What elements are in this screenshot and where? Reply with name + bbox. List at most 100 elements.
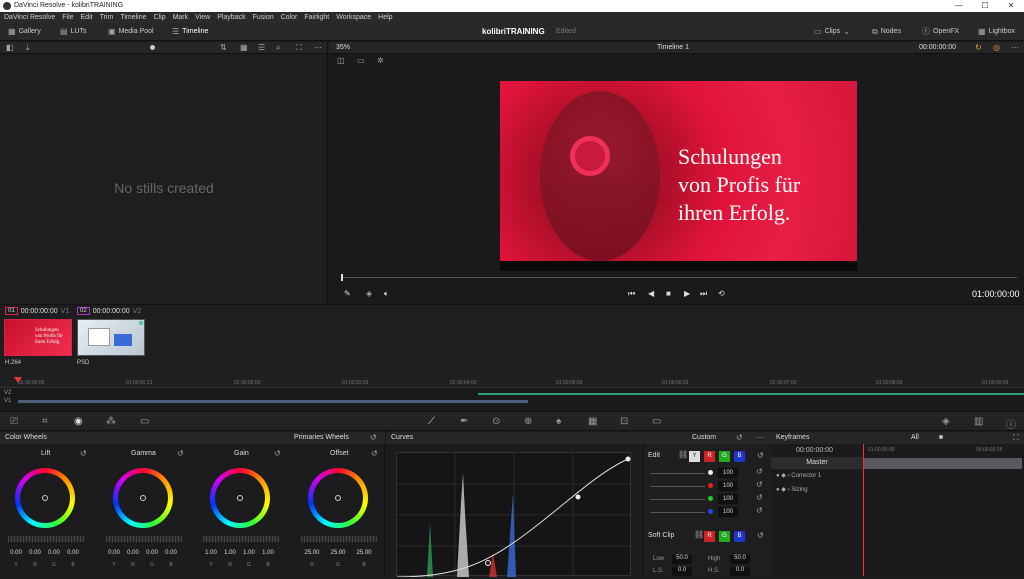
curves-mode-dropdown[interactable]: Custom [692,432,716,444]
red-channel-button[interactable]: R [704,451,715,462]
low-value[interactable]: 50.0 [672,555,692,564]
scopes-icon[interactable]: ▥ [974,416,983,427]
keyframes-zoom-slider[interactable] [939,435,943,439]
sidebar-toggle-icon[interactable]: ◧ [6,44,14,52]
offset-reset-icon[interactable]: ↺ [371,450,378,458]
high-value[interactable]: 50.0 [730,555,750,564]
wheels-mode-dropdown[interactable]: Primaries Wheels [294,432,349,444]
gallery-button[interactable]: ▦ Gallery [8,26,41,38]
openfx-button[interactable]: ⓕ OpenFX [922,26,959,38]
edit-reset-icon[interactable]: ↺ [757,452,764,460]
green-channel-button[interactable]: G [719,451,730,462]
curves-tool-icon[interactable]: ⟋ [428,416,435,427]
layers-icon[interactable]: ◈ [366,290,372,298]
lift-g-value[interactable]: 0.00 [46,550,62,556]
menu-edit[interactable]: Edit [81,12,93,23]
lift-wheel-handle[interactable] [42,495,48,501]
color-wheels-icon[interactable]: ◉ [74,416,83,427]
lightbox-button[interactable]: ▦ Lightbox [978,26,1015,38]
keyframes-filter-dropdown[interactable]: All [911,432,919,444]
sizing-icon[interactable]: ▭ [652,416,661,427]
offset-r-value[interactable]: 25.00 [301,550,323,556]
gain-g-value[interactable]: 1.00 [241,550,257,556]
keyframe-row-sizing[interactable]: ● ◆ › Sizing [771,484,863,496]
minimize-button[interactable]: — [946,0,972,12]
track-v1-clip[interactable] [18,400,528,403]
menu-playback[interactable]: Playback [217,12,245,23]
gain-wheel-handle[interactable] [237,495,243,501]
softclip-blue-button[interactable]: B [734,531,745,542]
menu-clip[interactable]: Clip [154,12,166,23]
menu-help[interactable]: Help [378,12,392,23]
download-icon[interactable]: ⤓ [26,44,30,52]
split-view-icon[interactable]: ◫ [337,57,345,65]
curve-point[interactable] [575,494,581,500]
softclip-reset-icon[interactable]: ↺ [757,532,764,540]
audio-icon[interactable]: 🔈︎ [384,290,389,298]
curve-point[interactable] [625,456,631,462]
gallery-zoom-slider[interactable] [150,45,155,50]
key-icon[interactable]: ⊡ [620,416,628,427]
reset-icon[interactable]: ↺ [370,434,377,442]
offset-wheel-handle[interactable] [335,495,341,501]
offset-b-value[interactable]: 25.00 [353,550,375,556]
timeline-selector[interactable]: Timeline 1 [657,44,689,51]
effects-overlay-icon[interactable]: ✲ [377,57,384,65]
highlight-icon[interactable]: ↻ [975,44,982,52]
gamma-r-value[interactable]: 0.00 [125,550,141,556]
green-value[interactable]: 100 [718,494,738,504]
motion-effects-icon[interactable]: ▭ [140,416,149,427]
close-button[interactable]: ✕ [998,0,1024,12]
gamma-g-value[interactable]: 0.00 [144,550,160,556]
hs-value[interactable]: 0.0 [730,567,750,576]
fullscreen-icon[interactable]: ⛶ [296,44,302,52]
lift-master-slider[interactable] [8,536,84,542]
gamma-b-value[interactable]: 0.00 [163,550,179,556]
timeline-ruler[interactable]: 01:00:00:00 01:00:01:13 01:00:02:03 01:0… [0,377,1024,388]
lift-reset-icon[interactable]: ↺ [80,450,87,458]
clip-thumbnail-1[interactable]: Schulungen von Profis für ihren Erfolg. [4,319,72,356]
stop-icon[interactable]: ■ [666,290,671,298]
scrubber-bar[interactable] [341,277,1017,278]
gamma-wheel-handle[interactable] [140,495,146,501]
info-icon[interactable]: ⓘ [1006,416,1016,431]
curves-reset-icon[interactable]: ↺ [736,434,743,442]
luts-button[interactable]: ▤ LUTs [60,26,87,38]
blue-value[interactable]: 100 [718,507,738,517]
last-frame-icon[interactable]: ⏭ [700,290,707,298]
menu-trim[interactable]: Trim [100,12,114,23]
rgb-mixer-icon[interactable]: ⁂ [106,416,116,427]
first-frame-icon[interactable]: ⏮ [628,290,635,298]
loop-icon[interactable]: ⟲ [718,290,725,298]
gamma-reset-icon[interactable]: ↺ [177,450,184,458]
pen-tool-icon[interactable]: ✎ [344,290,351,298]
menu-mark[interactable]: Mark [173,12,189,23]
row-reset-icon[interactable]: ↺ [756,481,763,489]
soft-clip-link-icon[interactable]: ⛓ [694,531,704,539]
scopes-toggle-icon[interactable]: ◈ [942,416,950,427]
menu-workspace[interactable]: Workspace [336,12,371,23]
curves-more-icon[interactable]: ⋯ [756,434,764,442]
keyframes-master-row[interactable]: Master [771,457,863,469]
offset-master-slider[interactable] [301,536,377,542]
offset-g-value[interactable]: 25.00 [327,550,349,556]
playhead[interactable] [14,377,22,383]
clips-button[interactable]: ▭ Clips ⌄ [814,26,850,38]
menu-timeline[interactable]: Timeline [120,12,146,23]
gain-master-slider[interactable] [203,536,279,542]
grid-view-icon[interactable]: ▦ [240,44,248,52]
link-icon[interactable]: ⛓ [678,451,688,459]
row-reset-icon[interactable]: ↺ [756,494,763,502]
nodes-button[interactable]: ⧉ Nodes [872,26,901,38]
softclip-green-button[interactable]: G [719,531,730,542]
more-options-icon[interactable]: ⋯ [314,44,322,52]
ls-value[interactable]: 0.0 [672,567,692,576]
gamma-y-value[interactable]: 0.00 [106,550,122,556]
camera-raw-icon[interactable]: ⎚ [10,416,18,427]
play-reverse-icon[interactable]: ◀ [648,290,654,298]
lift-y-value[interactable]: 0.00 [8,550,24,556]
sort-icon[interactable]: ⇅ [220,44,227,52]
cursor-icon[interactable]: ◎ [993,44,1000,52]
gain-reset-icon[interactable]: ↺ [274,450,281,458]
zoom-level[interactable]: 35% [336,44,350,51]
